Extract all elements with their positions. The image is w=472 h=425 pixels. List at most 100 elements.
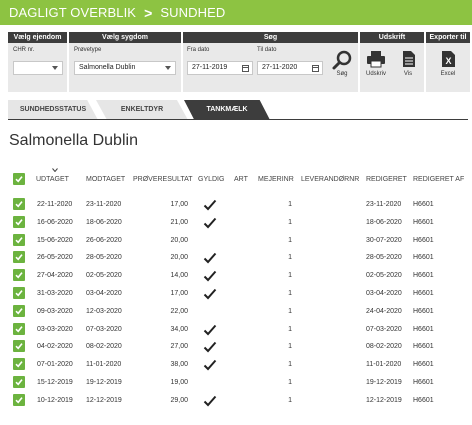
row-checkbox[interactable] [13, 233, 25, 246]
cell-proeveresultat: 38,00 [170, 361, 188, 369]
gyldig-check-icon [203, 394, 217, 413]
cell-udtaget: 31-03-2020 [37, 290, 73, 297]
breadcrumb-current: SUNDHED [160, 5, 226, 20]
cell-redigeret: 08-02-2020 [366, 343, 402, 351]
cell-modtaget: 02-05-2020 [86, 272, 122, 280]
cell-proeveresultat: 20,00 [170, 254, 188, 262]
excel-button-label: Excel [440, 71, 456, 77]
table-row[interactable]: 03-03-2020 07-03-2020 34,00 1 07-03-2020 H660… [0, 322, 472, 340]
table-row[interactable]: 04-02-2020 08-02-2020 27,00 1 08-02-2020 H660… [0, 340, 472, 357]
cell-proeveresultat: 20,00 [170, 236, 188, 244]
svg-text:X: X [445, 56, 451, 66]
cell-redigeret: 30-07-2020 [366, 236, 402, 244]
column-header-redigeret[interactable]: REDIGERET [366, 176, 407, 183]
soeg-panel: Søg Fra dato 27-11-2019 Til dato 27-11-2… [183, 32, 358, 92]
check-icon [15, 361, 23, 368]
cell-redigeret-af: H6601 [413, 379, 434, 386]
column-header-leverandoernr[interactable]: LEVERANDØRNR [301, 176, 359, 183]
table-row[interactable]: 07-01-2020 11-01-2020 38,00 1 11-01-2020 H660… [0, 358, 472, 375]
fra-dato-value: 27-11-2019 [192, 64, 228, 71]
proevetype-select[interactable]: Salmonella Dublin [74, 61, 176, 75]
cell-proeveresultat: 17,00 [170, 290, 188, 297]
udskriv-button-label: Udskriv [365, 71, 386, 77]
row-checkbox[interactable] [13, 251, 25, 264]
table-row[interactable]: 15-12-2019 19-12-2019 19,00 1 19-12-2019 H660… [0, 376, 472, 393]
table-row[interactable]: 09-03-2020 12-03-2020 22,00 1 24-04-2020 H660… [0, 304, 472, 322]
til-dato-value: 27-11-2020 [262, 64, 298, 71]
row-checkbox[interactable] [13, 198, 25, 210]
row-checkbox[interactable] [13, 358, 25, 371]
row-checkbox[interactable] [13, 376, 25, 388]
chr-select[interactable] [13, 61, 63, 75]
cell-modtaget: 26-06-2020 [86, 236, 122, 244]
tab-sundhedsstatus[interactable]: SUNDHEDSSTATUS [8, 100, 98, 120]
cell-udtaget: 04-02-2020 [37, 343, 73, 351]
select-all-checkbox[interactable] [13, 173, 25, 185]
gyldig-check-icon [203, 340, 217, 359]
column-header-mejerinr[interactable]: MEJERINR [258, 176, 294, 183]
row-checkbox[interactable] [13, 287, 25, 299]
column-header-art[interactable]: ART [234, 176, 248, 183]
vis-button-label: Vis [403, 71, 413, 77]
proevetype-select-value: Salmonella Dublin [79, 64, 136, 71]
ejendom-panel: Vælg ejendom CHR nr. [8, 32, 67, 92]
til-dato-field[interactable]: 27-11-2020 [257, 61, 323, 75]
breadcrumb-root[interactable]: DAGLIGT OVERBLIK [9, 5, 136, 20]
udskriv-button[interactable]: Udskriv [363, 50, 389, 78]
row-checkbox[interactable] [13, 393, 25, 406]
column-header-gyldig[interactable]: GYLDIG [198, 176, 224, 183]
breadcrumb: DAGLIGT OVERBLIK > SUNDHED [0, 0, 472, 25]
tab-tankmaelk[interactable]: TANKMÆLK [184, 100, 270, 120]
cell-proeveresultat: 21,00 [170, 218, 188, 226]
gyldig-check-icon [203, 269, 217, 288]
column-header-redigeret-af[interactable]: REDIGERET AF [413, 176, 464, 183]
calendar-icon[interactable] [312, 65, 319, 72]
soeg-button[interactable]: Søg [331, 49, 353, 77]
excel-button[interactable]: X Excel [435, 50, 461, 78]
table-row[interactable]: 22-11-2020 23-11-2020 17,00 1 23-11-2020 H660… [0, 198, 472, 215]
row-checkbox[interactable] [13, 340, 25, 353]
table-row[interactable]: 16-06-2020 18-06-2020 21,00 1 18-06-2020 H660… [0, 215, 472, 233]
cell-proeveresultat: 14,00 [170, 272, 188, 280]
check-icon [15, 307, 23, 315]
cell-redigeret-af: H6601 [413, 343, 434, 351]
column-header-proeveresultat[interactable]: PRØVERESULTAT [133, 176, 193, 183]
udskrift-panel-header: Udskrift [360, 32, 424, 43]
row-checkbox[interactable] [13, 269, 25, 282]
cell-mejerinr: 1 [288, 236, 292, 244]
excel-icon: X [442, 51, 455, 67]
row-checkbox[interactable] [13, 215, 25, 228]
fra-dato-label: Fra dato [187, 47, 210, 53]
cell-modtaget: 12-12-2019 [86, 396, 122, 404]
cell-mejerinr: 1 [288, 379, 292, 386]
vis-button[interactable]: Vis [395, 50, 421, 78]
soeg-button-label: Søg [336, 71, 348, 77]
check-icon [15, 176, 23, 183]
table-row[interactable]: 10-12-2019 12-12-2019 29,00 1 12-12-2019 H660… [0, 393, 472, 413]
table-row[interactable]: 27-04-2020 02-05-2020 14,00 1 02-05-2020 H660… [0, 269, 472, 286]
cell-udtaget: 16-06-2020 [37, 218, 73, 226]
column-header-udtaget[interactable]: UDTAGET [36, 176, 69, 183]
cell-modtaget: 08-02-2020 [86, 343, 122, 351]
cell-redigeret: 03-04-2020 [366, 290, 402, 297]
table-row[interactable]: 26-05-2020 28-05-2020 20,00 1 28-05-2020 H660… [0, 251, 472, 268]
search-icon [332, 50, 352, 70]
udskrift-panel: Udskrift Udskriv Vis [360, 32, 424, 92]
cell-redigeret-af: H6601 [413, 254, 434, 262]
calendar-icon[interactable] [242, 65, 249, 72]
breadcrumb-separator: > [144, 4, 153, 21]
cell-redigeret: 23-11-2020 [366, 201, 402, 208]
page-title: Salmonella Dublin [9, 132, 138, 149]
cell-modtaget: 28-05-2020 [86, 254, 122, 262]
check-icon [15, 325, 23, 333]
table-row[interactable]: 15-06-2020 26-06-2020 20,00 1 30-07-2020 H660… [0, 233, 472, 251]
row-checkbox[interactable] [13, 304, 25, 317]
tab-enkeltdyr[interactable]: ENKELTDYR [96, 100, 188, 120]
cell-redigeret-af: H6601 [413, 218, 434, 226]
row-checkbox[interactable] [13, 322, 25, 335]
cell-redigeret: 02-05-2020 [366, 272, 402, 280]
table-row[interactable]: 31-03-2020 03-04-2020 17,00 1 03-04-2020 H660… [0, 287, 472, 304]
column-header-modtaget[interactable]: MODTAGET [86, 176, 125, 183]
cell-redigeret: 28-05-2020 [366, 254, 402, 262]
fra-dato-field[interactable]: 27-11-2019 [187, 61, 253, 75]
